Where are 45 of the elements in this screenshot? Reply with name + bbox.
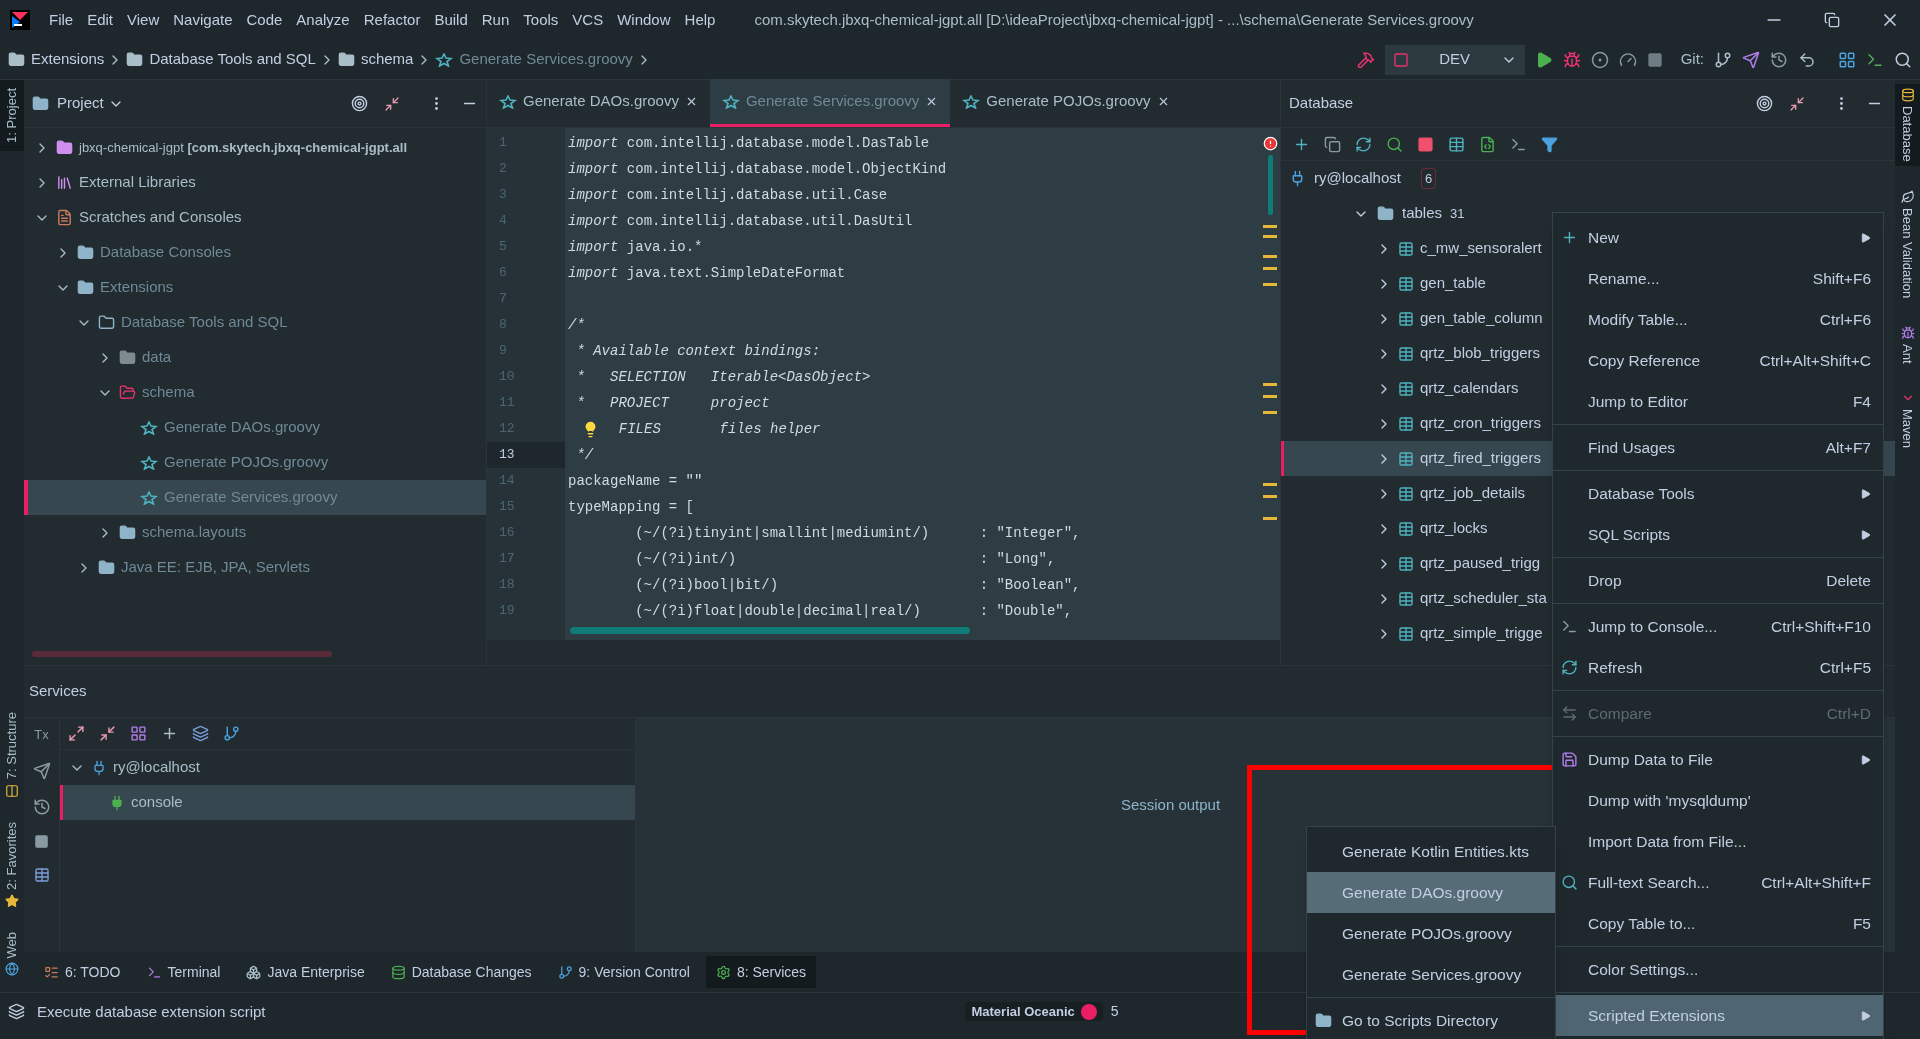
count-label: 31	[1450, 204, 1465, 223]
line-number: 13	[487, 442, 565, 468]
code-text: (~/(?i)int/) : "Long",	[634, 549, 1056, 569]
panel-title: Database	[1289, 93, 1354, 114]
line-number: 14	[498, 472, 516, 491]
line-number: 17	[498, 550, 516, 569]
line-number: 3	[498, 186, 508, 205]
line-number: 8	[498, 316, 508, 335]
status-message: Execute database extension script	[37, 1002, 266, 1022]
line-number: 1	[498, 134, 508, 153]
line-number: 10	[498, 368, 516, 387]
code-text: import java.text.SimpleDateFormat	[568, 263, 846, 283]
code-text: import com.intellij.database.util.Case	[568, 185, 888, 205]
vcs-label: Git:	[1680, 49, 1704, 70]
code-text: (~/(?i)float|double|decimal|real/) : "Double",	[634, 601, 1073, 621]
code-text: typeMapping = [	[568, 497, 695, 517]
status-text: 5	[1110, 1002, 1119, 1021]
code-text: packageName = ""	[568, 471, 703, 491]
count-badge: 6	[1420, 167, 1437, 190]
code-text: import com.intellij.database.util.DasUtil	[568, 211, 913, 231]
line-number: 18	[498, 576, 516, 595]
code-text: */	[575, 445, 594, 465]
code-text: (~/(?i)tinyint|smallint|mediumint/) : "Integer",	[634, 523, 1081, 543]
window-title: com.skytech.jbxq-chemical-jgpt.all [D:\ideaProject\jbxq-chemical-jgpt] - ...\schema\Generate Services.groovy	[754, 9, 1474, 30]
line-number: 12	[498, 420, 516, 439]
line-number: 5	[498, 238, 508, 257]
code-text: FILES files helper	[617, 419, 821, 439]
code-text: import java.io.*	[568, 237, 703, 257]
line-number: 4	[498, 212, 508, 231]
code-text: import com.intellij.database.model.ObjectKind	[568, 159, 947, 179]
line-number: 7	[498, 290, 508, 309]
empty-state-text: Session output	[1120, 794, 1222, 815]
line-number: 9	[498, 342, 508, 361]
code-text: import com.intellij.database.model.DasTable	[568, 133, 930, 153]
code-text: * SELECTION Iterable<DasObject>	[575, 367, 871, 387]
line-number: 15	[498, 498, 516, 517]
code-text: * PROJECT project	[575, 393, 770, 413]
line-number: 16	[498, 524, 516, 543]
panel-title: Services	[29, 681, 87, 702]
line-number: 2	[498, 160, 508, 179]
line-number: 11	[498, 394, 516, 413]
line-number: 19	[498, 602, 516, 621]
code-text: * Available context bindings:	[575, 341, 821, 361]
code-text: (~/(?i)bool|bit/) : "Boolean",	[634, 575, 1081, 595]
code-text: /*	[568, 315, 585, 335]
